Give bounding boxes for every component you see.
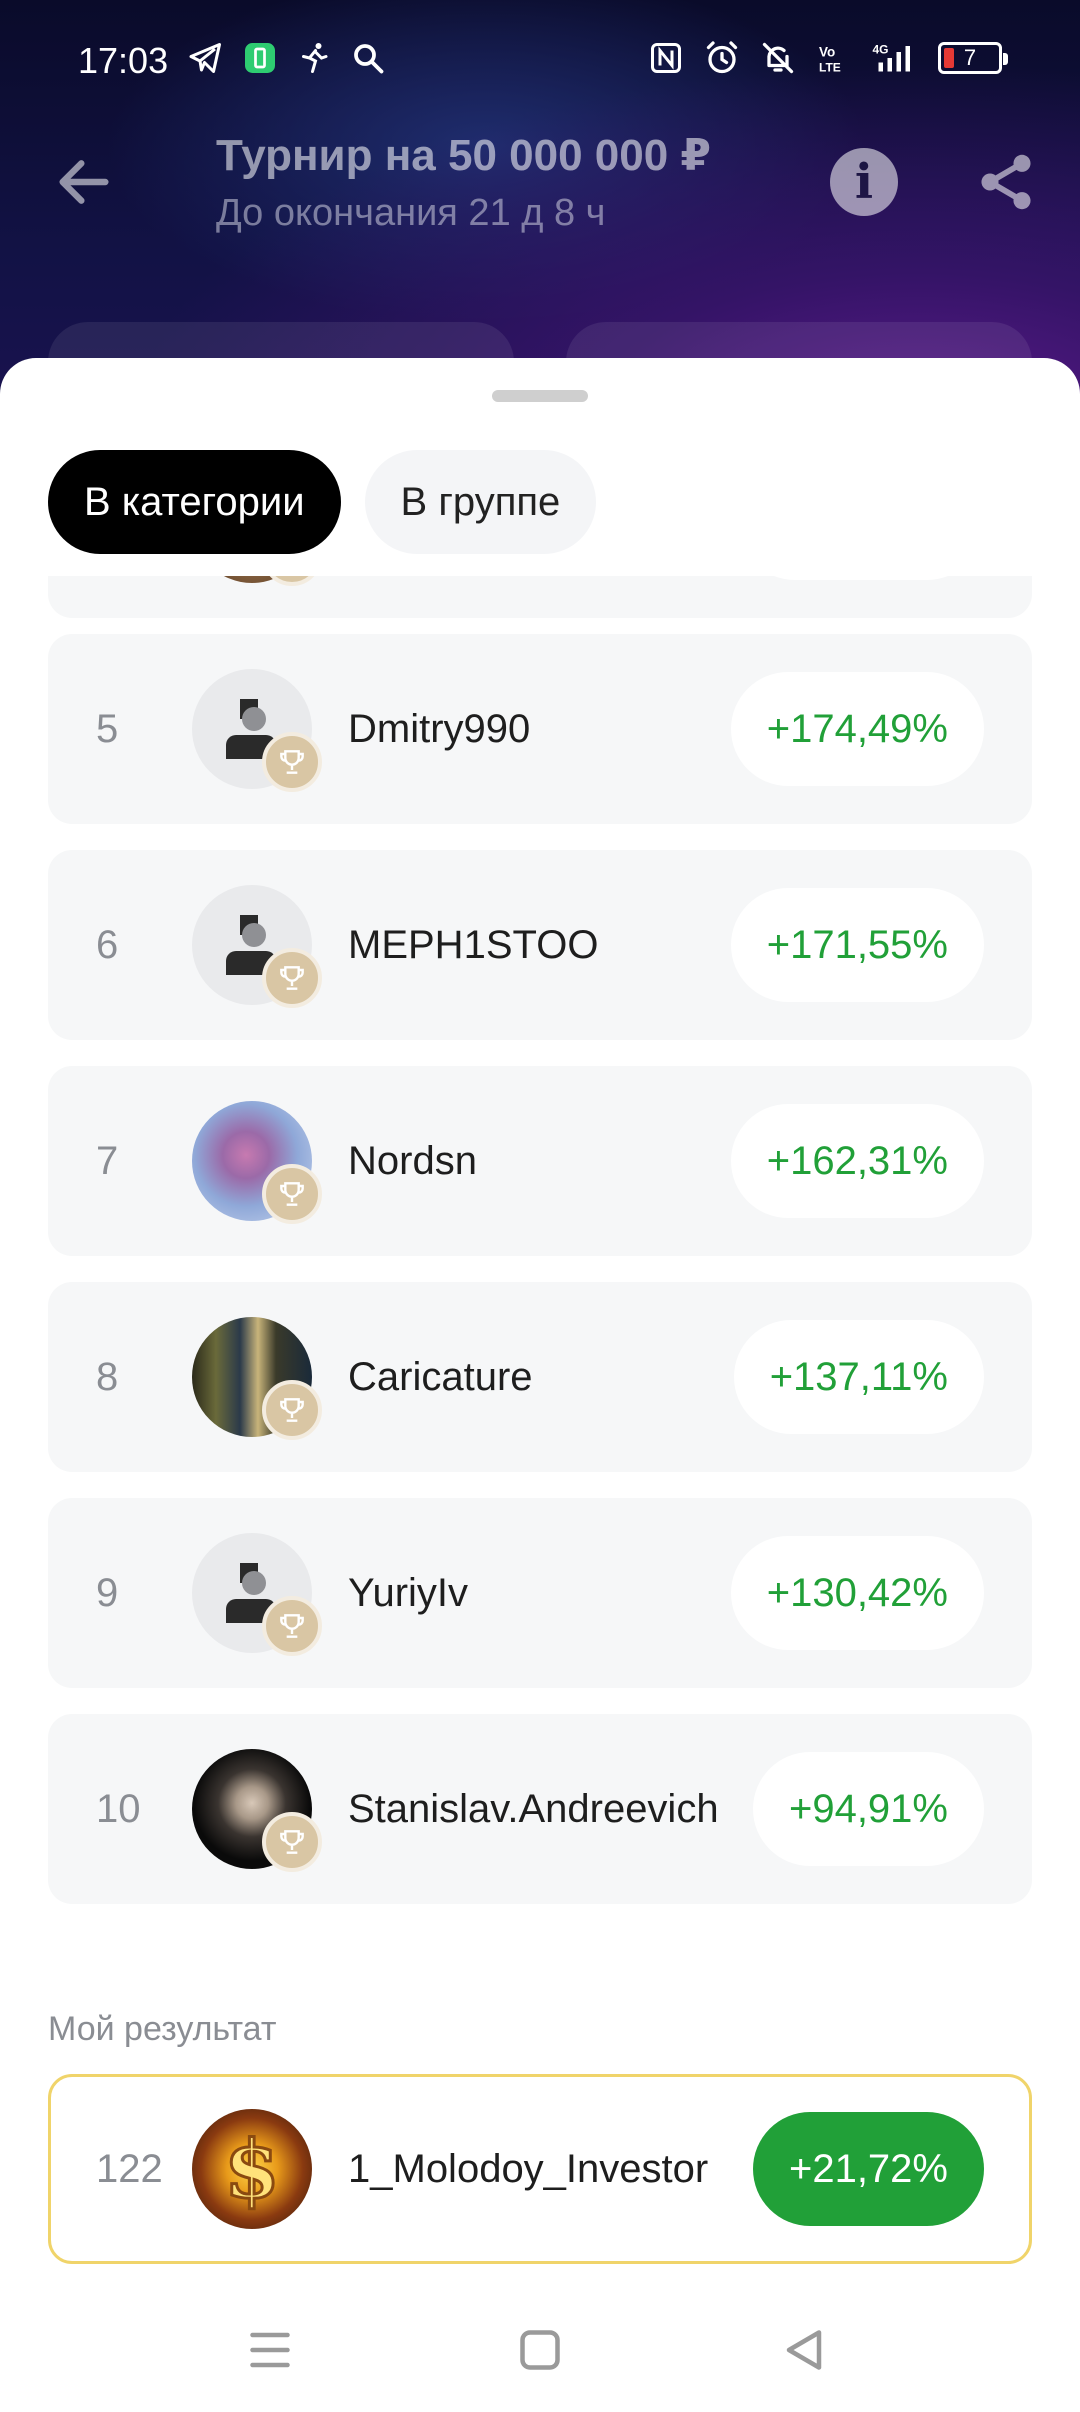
my-avatar: $ (192, 2109, 312, 2229)
system-nav-bar (0, 2290, 1080, 2412)
result-pill: +162,31% (730, 1104, 984, 1218)
status-right-icons: Vo LTE 4G 7 (648, 40, 1008, 76)
info-icon: i (854, 154, 874, 210)
nfc-icon (651, 43, 681, 73)
alarm-icon (706, 41, 738, 74)
result-pill (738, 576, 984, 580)
svg-text:$: $ (224, 2122, 280, 2216)
rank-number: 9 (96, 1570, 119, 1615)
result-pill: +137,11% (733, 1320, 984, 1434)
menu-icon[interactable] (240, 2320, 300, 2380)
user-name: Nordsn (348, 1138, 477, 1183)
status-left-icons (188, 40, 386, 76)
table-row-partial[interactable] (48, 576, 1032, 618)
rank-number: 10 (96, 1786, 141, 1831)
svg-text:4G: 4G (873, 43, 889, 57)
result-pill: +94,91% (752, 1752, 984, 1866)
table-row[interactable]: 7 Nordsn +162,31% (48, 1066, 1032, 1256)
table-row[interactable]: 9 YuriyIv +130,42% (48, 1498, 1032, 1688)
user-name: YuriyIv (348, 1570, 469, 1615)
trophy-badge-icon (262, 1380, 322, 1440)
my-result-pill: +21,72% (752, 2112, 984, 2226)
status-time: 17:03 (78, 40, 169, 81)
my-user-name: 1_Molodoy_Investor (348, 2146, 709, 2191)
trophy-badge-icon (262, 1596, 322, 1656)
tab-in-group[interactable]: В группе (364, 450, 597, 554)
back-triangle-icon[interactable] (774, 2320, 834, 2380)
volte-icon: VoLTE (819, 45, 841, 75)
svg-text:Vo: Vo (819, 45, 835, 60)
activity-icon (302, 43, 328, 73)
tournament-header: Турнир на 50 000 000 ₽ До окончания 21 д… (0, 124, 1080, 244)
home-square-icon[interactable] (510, 2320, 570, 2380)
back-arrow-icon[interactable] (52, 150, 116, 214)
rank-number: 8 (96, 1354, 119, 1399)
user-name: Stanislav.Andreevich (348, 1786, 719, 1831)
result-pill: +171,55% (730, 888, 984, 1002)
signal-4g-icon: 4G (873, 43, 910, 72)
battery-level (944, 48, 954, 68)
battery-level-text: 7 (963, 45, 977, 70)
status-bar: 17:03 Vo LTE 4G 7 (0, 0, 1080, 124)
my-result-label: Мой результат (48, 2010, 277, 2048)
user-name: Caricature (348, 1354, 533, 1399)
my-rank-number: 122 (96, 2146, 163, 2191)
svg-text:LTE: LTE (819, 61, 841, 75)
rank-number: 7 (96, 1138, 119, 1183)
table-row[interactable]: 5 Dmitry990 +174,49% (48, 634, 1032, 824)
trophy-badge-icon (262, 948, 322, 1008)
trophy-badge-icon (262, 576, 322, 586)
user-name: MEPH1STOO (348, 922, 599, 967)
page-subtitle: До окончания 21 д 8 ч (216, 192, 606, 234)
info-button[interactable]: i (830, 148, 898, 216)
battery-icon: 7 (938, 42, 1008, 74)
result-pill: +130,42% (730, 1536, 984, 1650)
trophy-badge-icon (262, 1164, 322, 1224)
trophy-badge-icon (262, 1812, 322, 1872)
trophy-badge-icon (262, 732, 322, 792)
rank-number: 5 (96, 706, 119, 751)
telegram-icon (189, 43, 221, 73)
result-pill: +174,49% (730, 672, 984, 786)
mute-icon (762, 42, 794, 74)
table-row[interactable]: 10 Stanislav.Andreevich +94,91% (48, 1714, 1032, 1904)
user-name: Dmitry990 (348, 706, 531, 751)
leaderboard-sheet: В категории В группе 5 Dmitry990 +174,49… (0, 358, 1080, 2412)
dollar-sign-icon: $ (223, 2121, 282, 2218)
search-icon (354, 44, 384, 74)
rank-number: 6 (96, 922, 119, 967)
table-row[interactable]: 8 Caricature +137,11% (48, 1282, 1032, 1472)
page-title: Турнир на 50 000 000 ₽ (216, 131, 712, 180)
share-icon[interactable] (974, 150, 1038, 214)
tab-in-category[interactable]: В категории (48, 450, 341, 554)
sheet-drag-handle[interactable] (492, 390, 588, 402)
table-row[interactable]: 6 MEPH1STOO +171,55% (48, 850, 1032, 1040)
battery-saver-icon (245, 43, 275, 73)
my-result-row[interactable]: 122 $ 1_Molodoy_Investor +21,72% (48, 2074, 1032, 2264)
category-tabs: В категории В группе (48, 450, 597, 554)
